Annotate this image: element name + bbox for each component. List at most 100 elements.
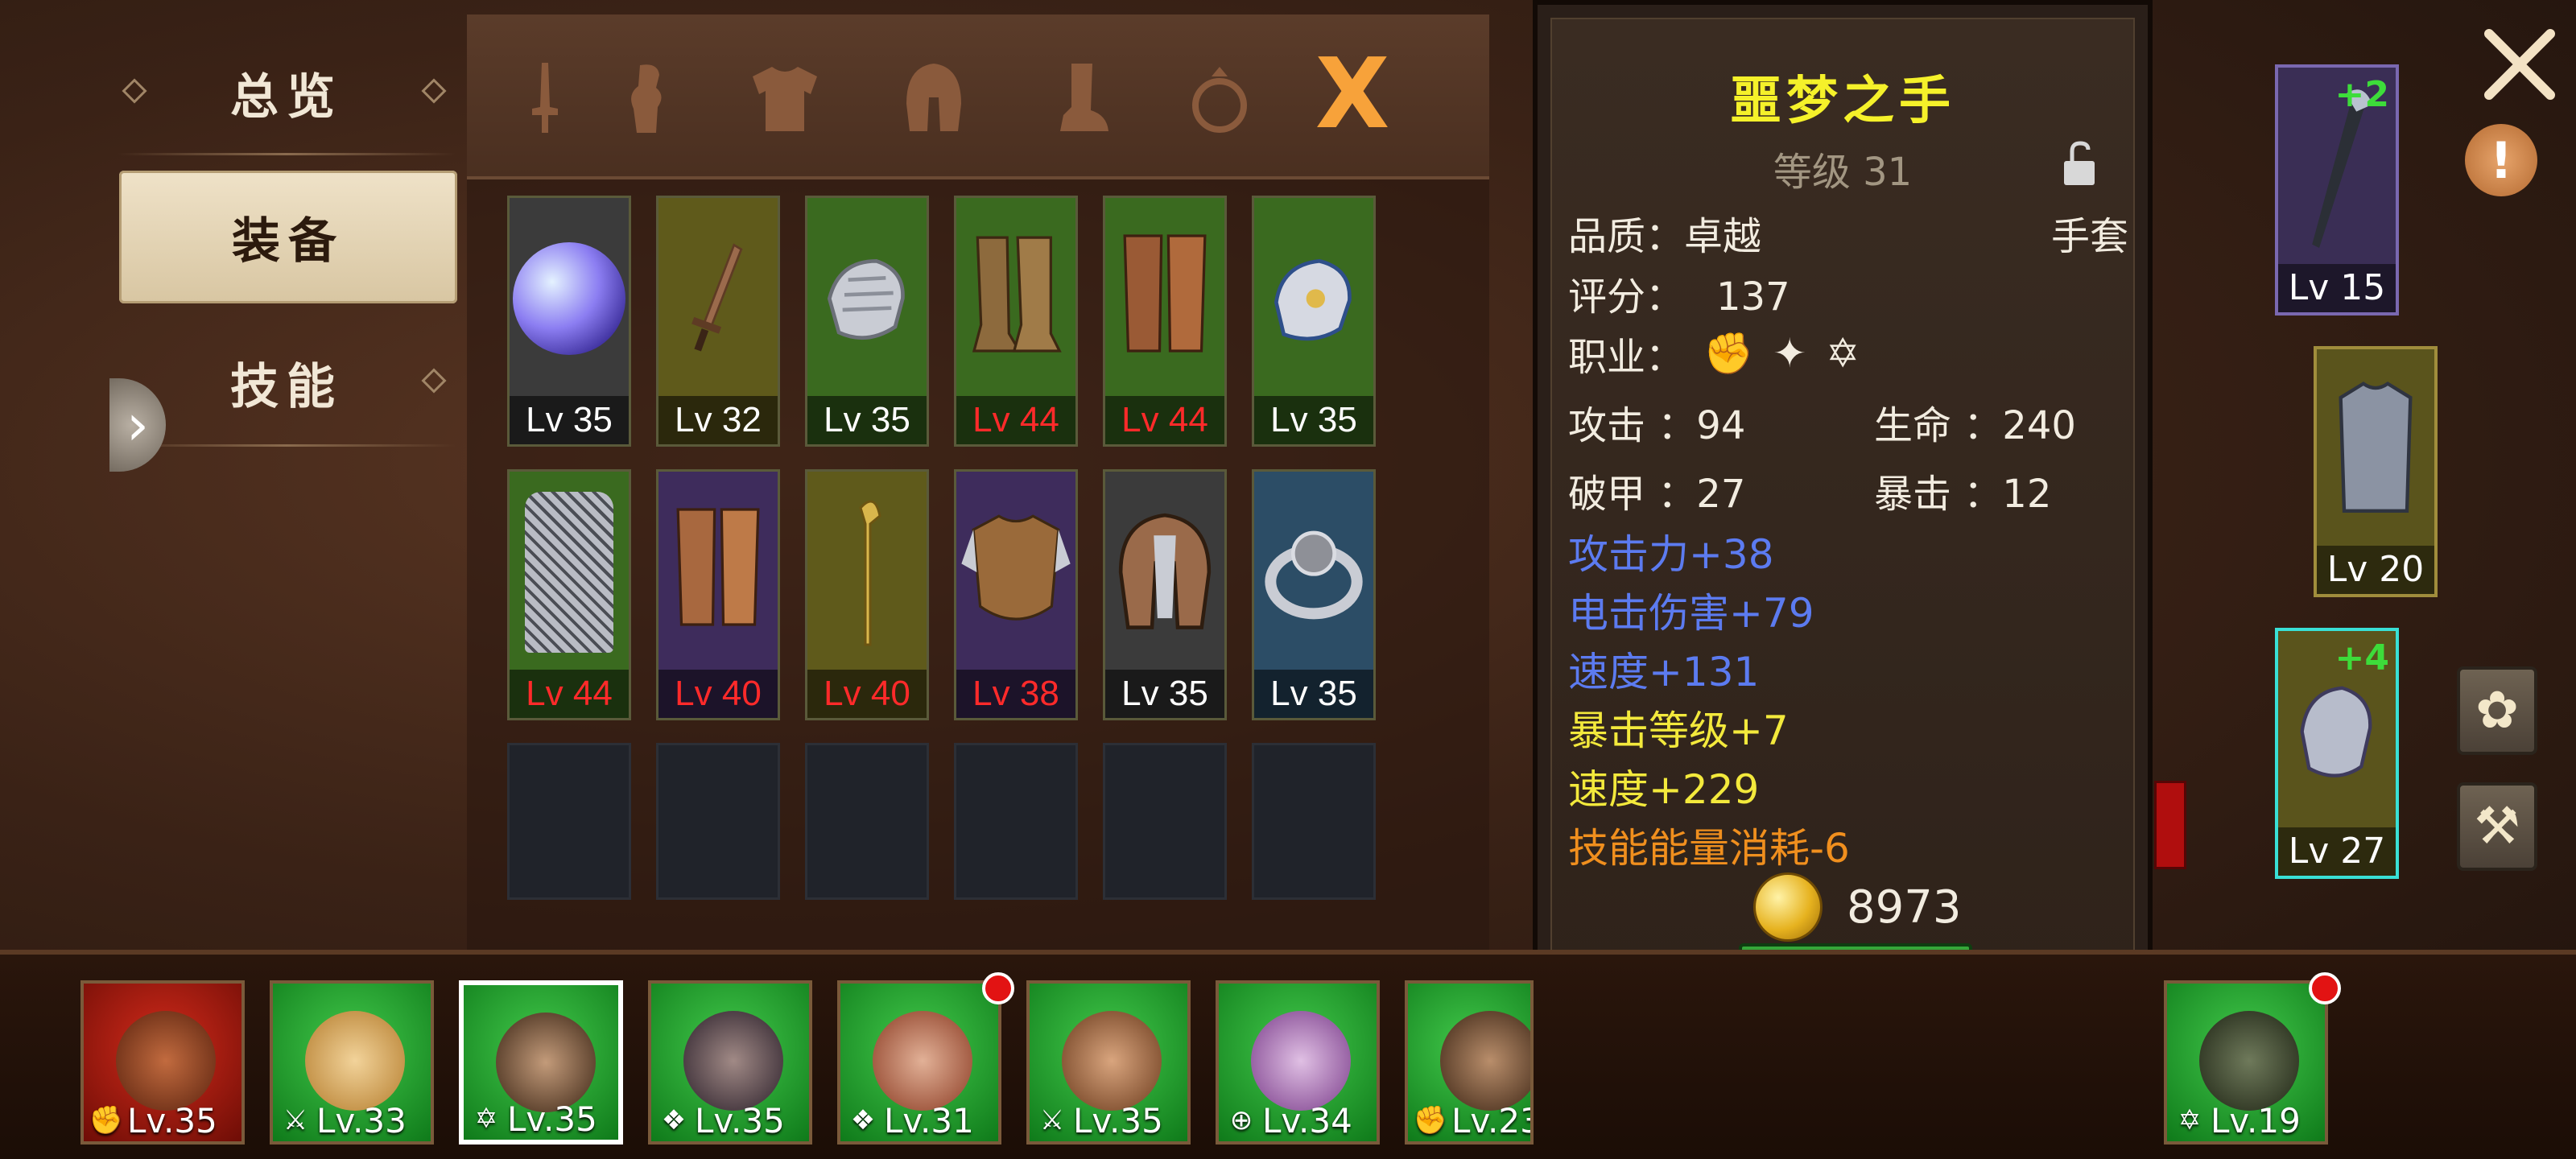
menu-skills[interactable]: 技能 xyxy=(118,322,456,443)
empty-slot[interactable] xyxy=(507,743,631,900)
inventory-item-boots[interactable]: Lv 44 xyxy=(954,196,1078,447)
menu-overview-label: 总览 xyxy=(230,68,343,126)
bonus-line: 速度+229 xyxy=(1568,766,1760,813)
hero-face xyxy=(1251,1011,1351,1111)
inventory-item-ring[interactable]: Lv 35 xyxy=(1252,469,1376,720)
empty-slot[interactable] xyxy=(1103,743,1227,900)
hero-face xyxy=(1062,1011,1162,1111)
empty-slot[interactable] xyxy=(656,743,780,900)
category-helmet[interactable] xyxy=(890,55,978,143)
alert-icon[interactable]: ! xyxy=(2465,124,2537,196)
hero-level: Lv.35 xyxy=(1073,1100,1163,1140)
bonus-line: 速度+131 xyxy=(1568,649,1760,695)
gauntlet-icon xyxy=(807,198,927,399)
hero-portrait[interactable]: ⚔ Lv.35 xyxy=(1026,980,1191,1145)
hero-portrait[interactable]: ⊕ Lv.34 xyxy=(1216,980,1380,1145)
inventory-item-chest-armor[interactable]: Lv 38 xyxy=(954,469,1078,720)
close-category-button[interactable]: X xyxy=(1304,47,1401,143)
axe-icon: ⚒ xyxy=(2474,797,2520,856)
hero-portrait[interactable]: ✊ Lv.23 xyxy=(1405,980,1534,1145)
empty-slot[interactable] xyxy=(1252,743,1376,900)
stat-value: ：240 xyxy=(1963,403,2076,448)
item-type: 手套 xyxy=(2051,214,2129,259)
hero-level: Lv.31 xyxy=(884,1100,974,1140)
hero-portrait[interactable]: ❖ Lv.35 xyxy=(648,980,812,1145)
game-screen: { "left_menu": { "items": [ {"label": "总… xyxy=(0,0,2576,1159)
bonus-line: 电击伤害+79 xyxy=(1568,590,1814,637)
talent-button[interactable]: ✿ xyxy=(2457,666,2537,755)
stat-value: ：94 xyxy=(1657,403,1746,448)
stat-hp: 生命 ：240 xyxy=(1874,394,2076,450)
empty-slot[interactable] xyxy=(954,743,1078,900)
equipped-slot-gloves[interactable]: +4 Lv 27 xyxy=(2275,628,2399,879)
sword-icon: ⚔ xyxy=(283,1104,308,1136)
hero-level: Lv.35 xyxy=(695,1100,785,1140)
staff-icon xyxy=(807,472,927,673)
hero-face xyxy=(305,1011,405,1111)
boots-icon xyxy=(956,198,1075,399)
item-level: Lv 35 xyxy=(510,396,629,444)
hero-portrait[interactable]: ✡ Lv.19 xyxy=(2164,980,2328,1145)
price-value: 8973 xyxy=(1847,881,1962,934)
hero-face xyxy=(116,1011,216,1111)
hero-level-bar: ❖ Lv.35 xyxy=(651,1099,809,1141)
stat-armor-break: 破甲 ：27 xyxy=(1568,462,1745,518)
category-gauntlet[interactable] xyxy=(604,55,692,143)
category-boots[interactable] xyxy=(1038,55,1127,143)
left-menu: 总览 装备 技能 xyxy=(109,32,464,467)
red-tab[interactable] xyxy=(2154,781,2186,869)
gold-coin-icon xyxy=(1753,872,1823,942)
ring-icon xyxy=(1254,472,1373,673)
equipped-slot-armor[interactable]: Lv 20 xyxy=(2314,346,2438,597)
fist-icon: ✊ xyxy=(1703,329,1754,377)
inventory-item-chainmail[interactable]: Lv 44 xyxy=(507,469,631,720)
hero-bar: ✊ Lv.35 ⚔ Lv.33 ✡ Lv.35 ❖ Lv.35 ❖ Lv.31 ⚔ Lv.3… xyxy=(0,950,2576,1159)
category-ring[interactable] xyxy=(1175,55,1264,143)
helmet-icon xyxy=(1105,472,1224,673)
inventory-item-sword[interactable]: Lv 32 xyxy=(656,196,780,447)
menu-overview[interactable]: 总览 xyxy=(118,32,456,153)
inventory-item-gauntlets[interactable]: Lv 35 xyxy=(805,196,929,447)
hero-portrait[interactable]: ⚔ Lv.33 xyxy=(270,980,434,1145)
inventory-item-orb[interactable]: Lv 35 xyxy=(507,196,631,447)
empty-slot[interactable] xyxy=(805,743,929,900)
hero-portrait-selected[interactable]: ✡ Lv.35 xyxy=(459,980,623,1145)
chevron-right-icon: › xyxy=(126,392,149,458)
stat-label: 生命 xyxy=(1874,403,1952,448)
hero-level-bar: ⊕ Lv.34 xyxy=(1219,1099,1377,1141)
stat-attack: 攻击 ：94 xyxy=(1568,394,1745,450)
armor-icon xyxy=(956,472,1075,673)
boots-icon xyxy=(1060,64,1108,131)
class-label: 职业： xyxy=(1568,335,1685,380)
inventory-item-staff[interactable]: Lv 40 xyxy=(805,469,929,720)
inventory-item-leg-armor[interactable]: Lv 40 xyxy=(656,469,780,720)
inventory-item-helmet[interactable]: Lv 35 xyxy=(1103,469,1227,720)
category-sword[interactable] xyxy=(499,55,588,143)
target-icon: ⊕ xyxy=(1229,1104,1253,1136)
equipped-slot-weapon[interactable]: +2 Lv 15 xyxy=(2275,64,2399,316)
hero-face xyxy=(873,1011,972,1111)
inventory-item-gauntlets-blue[interactable]: Lv 35 xyxy=(1252,196,1376,447)
chainmail-icon xyxy=(510,472,629,673)
menu-divider xyxy=(118,444,456,447)
wand-icon: ✡ xyxy=(2178,1104,2202,1136)
hero-level-bar: ⚔ Lv.33 xyxy=(273,1099,431,1141)
category-armor[interactable] xyxy=(741,55,829,143)
quality-label: 品质： xyxy=(1568,214,1685,259)
gem-icon: ❖ xyxy=(661,1104,687,1136)
unlock-icon[interactable] xyxy=(2059,140,2099,188)
wand-icon: ✦ xyxy=(1773,330,1807,377)
class-row: 职业： ✊ ✦ ✡ xyxy=(1568,325,1860,382)
weapon-forge-button[interactable]: ⚒ xyxy=(2457,782,2537,871)
menu-equipment[interactable]: 装备 xyxy=(119,171,457,303)
equipped-level: Lv 20 xyxy=(2317,546,2434,594)
bonus-line: 技能能量消耗-6 xyxy=(1568,825,1850,872)
hero-portrait[interactable]: ✊ Lv.35 xyxy=(80,980,245,1145)
hero-portrait[interactable]: ❖ Lv.31 xyxy=(837,980,1001,1145)
menu-equipment-label: 装备 xyxy=(232,213,345,270)
close-icon[interactable] xyxy=(2479,24,2560,105)
hero-level-bar: ✡ Lv.35 xyxy=(464,1098,618,1140)
category-bar: X xyxy=(467,14,1489,179)
inventory-item-leg-armor[interactable]: Lv 44 xyxy=(1103,196,1227,447)
item-level: Lv 35 xyxy=(1254,670,1373,718)
